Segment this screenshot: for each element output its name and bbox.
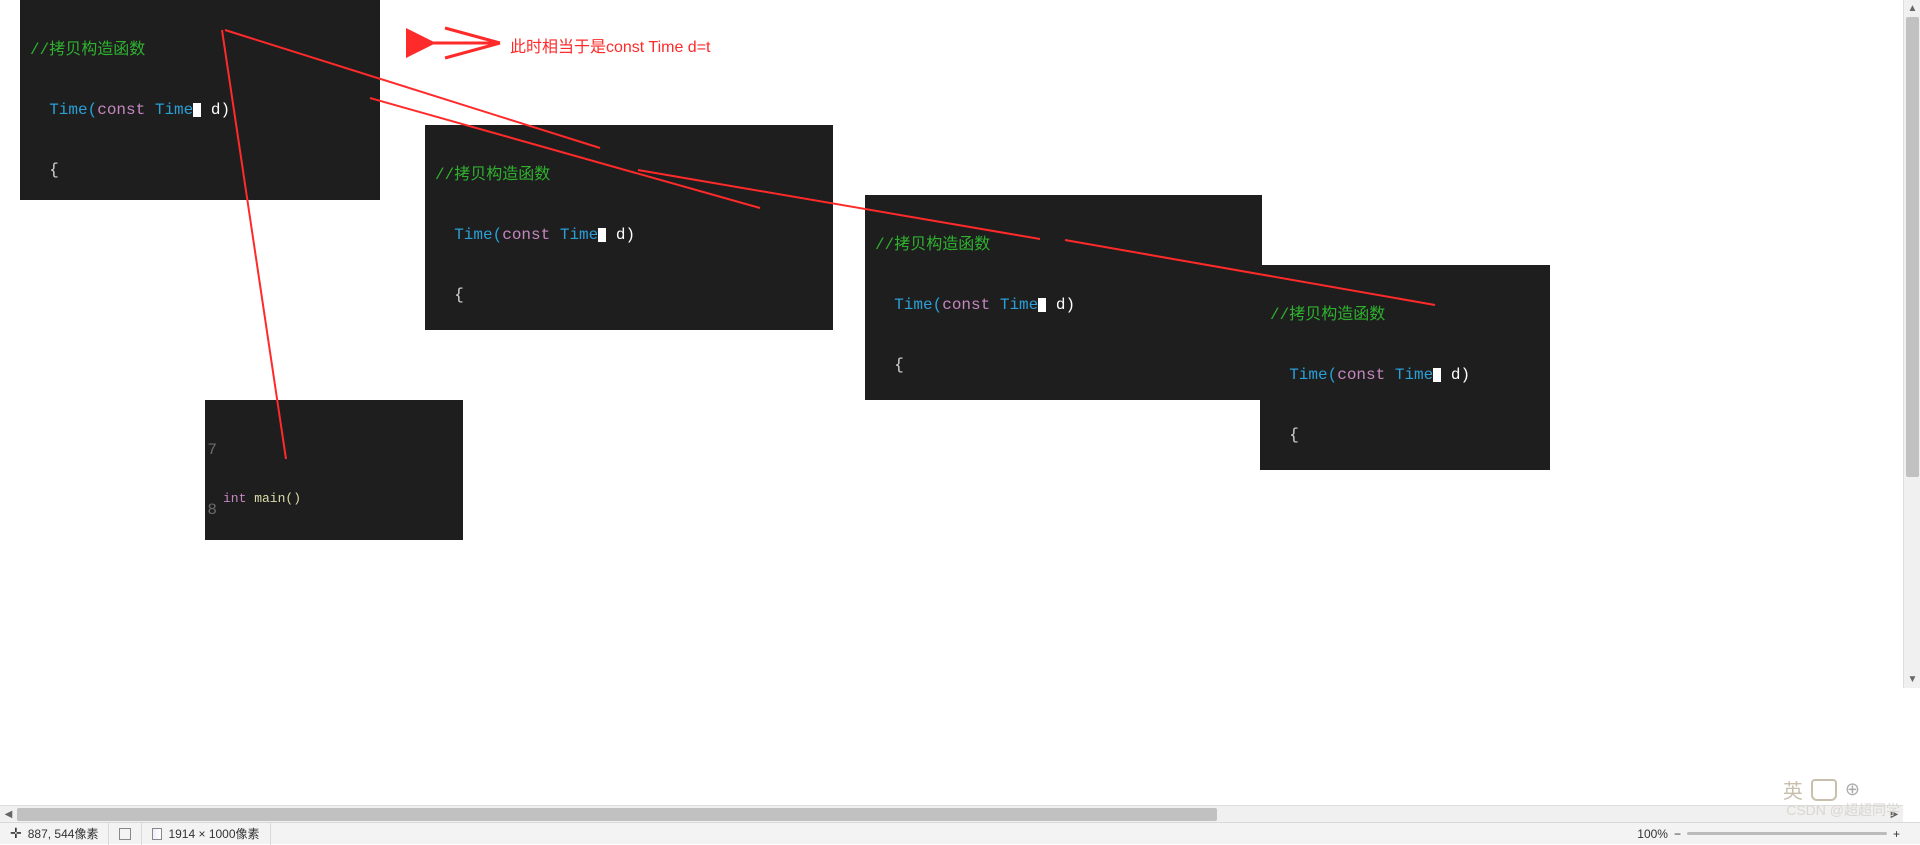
vertical-scrollbar[interactable]: ▲ ▼ [1903,0,1920,688]
horizontal-scrollbar[interactable]: ◀ ▶ [0,805,1903,822]
scroll-left-icon[interactable]: ◀ [0,806,17,823]
code-block-2: //拷贝构造函数 Time(const Time d) { cout<<"此时d… [425,125,833,330]
watermark: CSDN @超超同学 [1786,800,1900,820]
zoom-value: 100% [1637,827,1668,841]
scroll-down-icon[interactable]: ▼ [1904,671,1920,688]
annotation-text: 此时相当于是const Time d=t [510,33,711,57]
image-dimensions: 1914 × 1000像素 [168,825,259,842]
cursor-coords: 887, 544像素 [28,825,99,842]
image-canvas[interactable]: //拷贝构造函数 Time(const Time d) { cout<<"此时d… [0,0,1520,688]
code-block-3: //拷贝构造函数 Time(const Time d) { cout<<"此时d… [865,195,1262,400]
code-block-1: //拷贝构造函数 Time(const Time d) { cout<<"此时d… [20,0,380,200]
dimensions-icon [152,828,162,840]
zoom-slider[interactable] [1687,832,1887,835]
statusbar: ✛ 887, 544像素 1914 × 1000像素 100% − + [0,822,1920,844]
hscroll-thumb[interactable] [17,808,1217,821]
selection-icon [119,828,131,840]
shirt-icon [1811,779,1837,801]
zoom-control[interactable]: 100% − + [1637,827,1920,841]
scroll-up-icon[interactable]: ▲ [1904,0,1920,17]
comment: //拷贝构造函数 [30,41,145,59]
vscroll-thumb[interactable] [1906,17,1919,477]
code-block-4: //拷贝构造函数 Time(const Time d) { cout<<"此时d… [1260,265,1550,470]
crosshair-icon: ✛ [10,825,22,842]
code-block-main: 7 8 9 0 1 2 3 int main() { Time t(10); c… [205,400,463,540]
zoom-out-icon[interactable]: − [1674,827,1681,841]
zoom-circle-icon[interactable]: ⊕ [1845,779,1860,800]
zoom-in-icon[interactable]: + [1893,827,1900,841]
